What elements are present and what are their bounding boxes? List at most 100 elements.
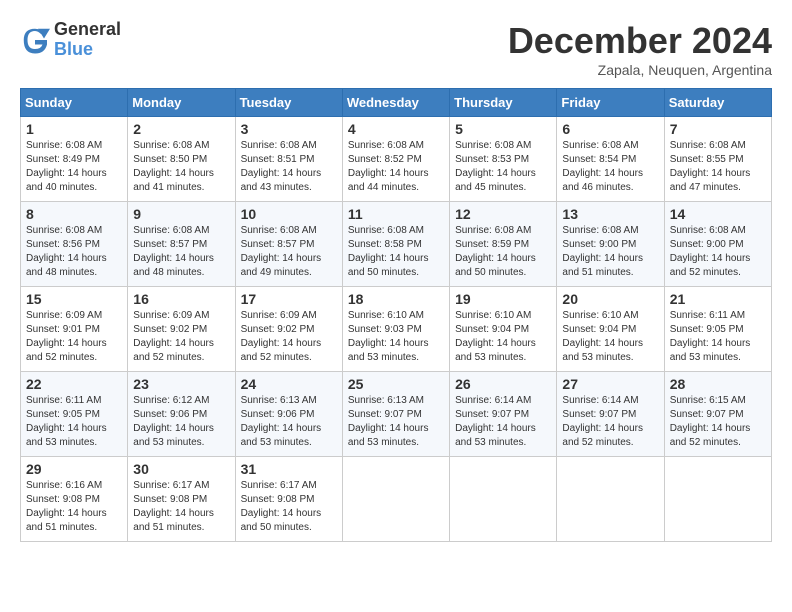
weekday-header-wednesday: Wednesday — [342, 89, 449, 117]
logo-line2: Blue — [54, 40, 121, 60]
day-number: 20 — [562, 291, 658, 307]
header: General Blue December 2024 Zapala, Neuqu… — [20, 20, 772, 78]
day-number: 3 — [241, 121, 337, 137]
day-info: Sunrise: 6:17 AM Sunset: 9:08 PM Dayligh… — [133, 479, 229, 535]
weekday-header-monday: Monday — [128, 89, 235, 117]
day-info: Sunrise: 6:09 AM Sunset: 9:01 PM Dayligh… — [26, 309, 122, 365]
day-number: 16 — [133, 291, 229, 307]
calendar-week-4: 22 Sunrise: 6:11 AM Sunset: 9:05 PM Dayli… — [21, 372, 772, 457]
day-info: Sunrise: 6:08 AM Sunset: 9:00 PM Dayligh… — [562, 224, 658, 280]
day-info: Sunrise: 6:08 AM Sunset: 8:57 PM Dayligh… — [241, 224, 337, 280]
calendar-cell: 2Sunrise: 6:08 AM Sunset: 8:50 PM Daylig… — [128, 117, 235, 202]
title-area: December 2024 Zapala, Neuquen, Argentina — [508, 20, 772, 78]
day-info: Sunrise: 6:08 AM Sunset: 8:59 PM Dayligh… — [455, 224, 551, 280]
calendar-cell: 12Sunrise: 6:08 AM Sunset: 8:59 PM Dayli… — [450, 202, 557, 287]
day-number: 6 — [562, 121, 658, 137]
weekday-header-friday: Friday — [557, 89, 664, 117]
day-number: 27 — [562, 376, 658, 392]
day-info: Sunrise: 6:09 AM Sunset: 9:02 PM Dayligh… — [133, 309, 229, 365]
day-number: 22 — [26, 376, 122, 392]
weekday-header-sunday: Sunday — [21, 89, 128, 117]
calendar-cell: 6Sunrise: 6:08 AM Sunset: 8:54 PM Daylig… — [557, 117, 664, 202]
day-info: Sunrise: 6:10 AM Sunset: 9:03 PM Dayligh… — [348, 309, 444, 365]
day-number: 9 — [133, 206, 229, 222]
location: Zapala, Neuquen, Argentina — [508, 62, 772, 78]
calendar-cell: 19 Sunrise: 6:10 AM Sunset: 9:04 PM Dayli… — [450, 287, 557, 372]
day-info: Sunrise: 6:11 AM Sunset: 9:05 PM Dayligh… — [670, 309, 766, 365]
day-number: 17 — [241, 291, 337, 307]
day-number: 25 — [348, 376, 444, 392]
calendar-cell — [450, 457, 557, 542]
calendar-cell: 24Sunrise: 6:13 AM Sunset: 9:06 PM Dayli… — [235, 372, 342, 457]
day-number: 21 — [670, 291, 766, 307]
day-info: Sunrise: 6:16 AM Sunset: 9:08 PM Dayligh… — [26, 479, 122, 535]
logo-line1: General — [54, 20, 121, 40]
calendar: SundayMondayTuesdayWednesdayThursdayFrid… — [20, 88, 772, 542]
calendar-cell: 31 Sunrise: 6:17 AM Sunset: 9:08 PM Dayli… — [235, 457, 342, 542]
day-number: 7 — [670, 121, 766, 137]
day-info: Sunrise: 6:12 AM Sunset: 9:06 PM Dayligh… — [133, 394, 229, 450]
calendar-cell: 28Sunrise: 6:15 AM Sunset: 9:07 PM Dayli… — [664, 372, 771, 457]
day-number: 14 — [670, 206, 766, 222]
day-number: 28 — [670, 376, 766, 392]
weekday-header-saturday: Saturday — [664, 89, 771, 117]
day-info: Sunrise: 6:08 AM Sunset: 8:55 PM Dayligh… — [670, 139, 766, 195]
day-number: 5 — [455, 121, 551, 137]
calendar-cell: 14 Sunrise: 6:08 AM Sunset: 9:00 PM Dayli… — [664, 202, 771, 287]
day-number: 24 — [241, 376, 337, 392]
calendar-cell: 5Sunrise: 6:08 AM Sunset: 8:53 PM Daylig… — [450, 117, 557, 202]
day-info: Sunrise: 6:08 AM Sunset: 9:00 PM Dayligh… — [670, 224, 766, 280]
calendar-cell: 17 Sunrise: 6:09 AM Sunset: 9:02 PM Dayli… — [235, 287, 342, 372]
calendar-cell — [664, 457, 771, 542]
calendar-cell: 26 Sunrise: 6:14 AM Sunset: 9:07 PM Dayli… — [450, 372, 557, 457]
day-info: Sunrise: 6:08 AM Sunset: 8:51 PM Dayligh… — [241, 139, 337, 195]
day-number: 30 — [133, 461, 229, 477]
calendar-cell: 9 Sunrise: 6:08 AM Sunset: 8:57 PM Daylig… — [128, 202, 235, 287]
day-info: Sunrise: 6:08 AM Sunset: 8:58 PM Dayligh… — [348, 224, 444, 280]
day-info: Sunrise: 6:11 AM Sunset: 9:05 PM Dayligh… — [26, 394, 122, 450]
weekday-header-row: SundayMondayTuesdayWednesdayThursdayFrid… — [21, 89, 772, 117]
day-number: 26 — [455, 376, 551, 392]
logo-icon — [20, 25, 50, 55]
day-info: Sunrise: 6:08 AM Sunset: 8:57 PM Dayligh… — [133, 224, 229, 280]
calendar-week-3: 15 Sunrise: 6:09 AM Sunset: 9:01 PM Dayli… — [21, 287, 772, 372]
day-info: Sunrise: 6:08 AM Sunset: 8:52 PM Dayligh… — [348, 139, 444, 195]
calendar-cell: 1Sunrise: 6:08 AM Sunset: 8:49 PM Daylig… — [21, 117, 128, 202]
calendar-cell: 20 Sunrise: 6:10 AM Sunset: 9:04 PM Dayli… — [557, 287, 664, 372]
calendar-cell: 11Sunrise: 6:08 AM Sunset: 8:58 PM Dayli… — [342, 202, 449, 287]
calendar-cell: 13 Sunrise: 6:08 AM Sunset: 9:00 PM Dayli… — [557, 202, 664, 287]
weekday-header-thursday: Thursday — [450, 89, 557, 117]
day-info: Sunrise: 6:10 AM Sunset: 9:04 PM Dayligh… — [455, 309, 551, 365]
day-number: 29 — [26, 461, 122, 477]
calendar-cell: 22 Sunrise: 6:11 AM Sunset: 9:05 PM Dayli… — [21, 372, 128, 457]
calendar-cell: 16 Sunrise: 6:09 AM Sunset: 9:02 PM Dayli… — [128, 287, 235, 372]
day-info: Sunrise: 6:14 AM Sunset: 9:07 PM Dayligh… — [562, 394, 658, 450]
day-number: 18 — [348, 291, 444, 307]
day-info: Sunrise: 6:17 AM Sunset: 9:08 PM Dayligh… — [241, 479, 337, 535]
day-number: 13 — [562, 206, 658, 222]
day-info: Sunrise: 6:14 AM Sunset: 9:07 PM Dayligh… — [455, 394, 551, 450]
calendar-cell: 25Sunrise: 6:13 AM Sunset: 9:07 PM Dayli… — [342, 372, 449, 457]
calendar-week-2: 8Sunrise: 6:08 AM Sunset: 8:56 PM Daylig… — [21, 202, 772, 287]
day-info: Sunrise: 6:08 AM Sunset: 8:50 PM Dayligh… — [133, 139, 229, 195]
day-info: Sunrise: 6:08 AM Sunset: 8:49 PM Dayligh… — [26, 139, 122, 195]
day-info: Sunrise: 6:10 AM Sunset: 9:04 PM Dayligh… — [562, 309, 658, 365]
calendar-cell: 18 Sunrise: 6:10 AM Sunset: 9:03 PM Dayli… — [342, 287, 449, 372]
month-title: December 2024 — [508, 20, 772, 62]
calendar-cell: 7 Sunrise: 6:08 AM Sunset: 8:55 PM Daylig… — [664, 117, 771, 202]
calendar-week-5: 29 Sunrise: 6:16 AM Sunset: 9:08 PM Dayli… — [21, 457, 772, 542]
day-number: 8 — [26, 206, 122, 222]
calendar-header: SundayMondayTuesdayWednesdayThursdayFrid… — [21, 89, 772, 117]
logo-text: General Blue — [54, 20, 121, 60]
day-number: 19 — [455, 291, 551, 307]
calendar-cell: 27 Sunrise: 6:14 AM Sunset: 9:07 PM Dayli… — [557, 372, 664, 457]
day-info: Sunrise: 6:09 AM Sunset: 9:02 PM Dayligh… — [241, 309, 337, 365]
day-number: 31 — [241, 461, 337, 477]
calendar-body: 1Sunrise: 6:08 AM Sunset: 8:49 PM Daylig… — [21, 117, 772, 542]
calendar-cell: 15 Sunrise: 6:09 AM Sunset: 9:01 PM Dayli… — [21, 287, 128, 372]
calendar-cell: 3 Sunrise: 6:08 AM Sunset: 8:51 PM Daylig… — [235, 117, 342, 202]
calendar-cell: 10Sunrise: 6:08 AM Sunset: 8:57 PM Dayli… — [235, 202, 342, 287]
calendar-cell: 4Sunrise: 6:08 AM Sunset: 8:52 PM Daylig… — [342, 117, 449, 202]
day-number: 15 — [26, 291, 122, 307]
calendar-cell: 8Sunrise: 6:08 AM Sunset: 8:56 PM Daylig… — [21, 202, 128, 287]
